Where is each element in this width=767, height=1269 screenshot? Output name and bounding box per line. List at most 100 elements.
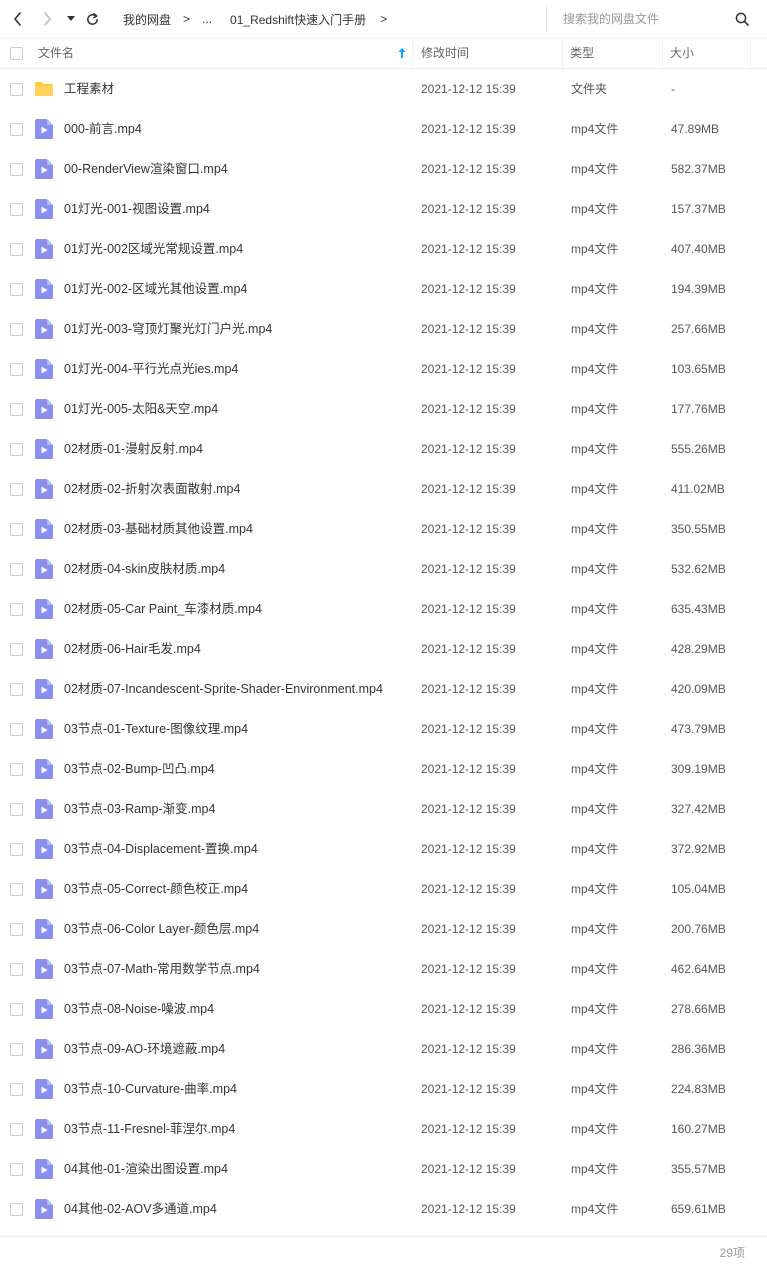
file-name[interactable]: 01灯光-003-穹顶灯聚光灯门户光.mp4 (64, 309, 272, 349)
table-row[interactable]: 000-前言.mp4 2021-12-12 15:39 mp4文件 47.89MB (0, 109, 767, 149)
file-name[interactable]: 01灯光-002-区域光其他设置.mp4 (64, 269, 247, 309)
file-name[interactable]: 000-前言.mp4 (64, 109, 142, 149)
file-name[interactable]: 02材质-06-Hair毛发.mp4 (64, 629, 201, 669)
row-checkbox[interactable] (10, 883, 23, 896)
table-row[interactable]: 03节点-02-Bump-凹凸.mp4 2021-12-12 15:39 mp4文件… (0, 749, 767, 789)
row-checkbox[interactable] (10, 523, 23, 536)
row-checkbox[interactable] (10, 1083, 23, 1096)
breadcrumb-current[interactable]: 01_Redshift快速入门手册 (230, 11, 366, 28)
history-dropdown-button[interactable] (64, 9, 78, 29)
file-name[interactable]: 03节点-08-Noise-噪波.mp4 (64, 989, 214, 1029)
column-header-name[interactable]: 文件名 (38, 39, 74, 68)
row-checkbox[interactable] (10, 1003, 23, 1016)
file-name[interactable]: 03节点-07-Math-常用数学节点.mp4 (64, 949, 260, 989)
table-row[interactable]: 03节点-07-Math-常用数学节点.mp4 2021-12-12 15:39 m… (0, 949, 767, 989)
file-name[interactable]: 03节点-02-Bump-凹凸.mp4 (64, 749, 215, 789)
row-checkbox[interactable] (10, 203, 23, 216)
file-name[interactable]: 02材质-04-skin皮肤材质.mp4 (64, 549, 225, 589)
forward-button[interactable] (37, 9, 57, 29)
file-name[interactable]: 02材质-05-Car Paint_车漆材质.mp4 (64, 589, 262, 629)
select-all-checkbox[interactable] (10, 47, 23, 60)
row-checkbox[interactable] (10, 843, 23, 856)
refresh-button[interactable] (82, 9, 102, 29)
row-checkbox[interactable] (10, 1203, 23, 1216)
row-checkbox[interactable] (10, 323, 23, 336)
row-checkbox[interactable] (10, 683, 23, 696)
sort-arrow-icon[interactable] (397, 47, 407, 59)
row-checkbox[interactable] (10, 483, 23, 496)
file-name[interactable]: 03节点-01-Texture-图像纹理.mp4 (64, 709, 248, 749)
file-name[interactable]: 02材质-07-Incandescent-Sprite-Shader-Envir… (64, 669, 383, 709)
row-checkbox[interactable] (10, 803, 23, 816)
table-row[interactable]: 00-RenderView渲染窗口.mp4 2021-12-12 15:39 mp4… (0, 149, 767, 189)
file-name[interactable]: 02材质-01-漫射反射.mp4 (64, 429, 203, 469)
file-name[interactable]: 00-RenderView渲染窗口.mp4 (64, 149, 228, 189)
file-name[interactable]: 工程素材 (64, 69, 114, 109)
file-name[interactable]: 03节点-04-Displacement-置换.mp4 (64, 829, 258, 869)
search-input[interactable] (563, 12, 723, 26)
table-row[interactable]: 03节点-03-Ramp-渐变.mp4 2021-12-12 15:39 mp4文件… (0, 789, 767, 829)
table-row[interactable]: 02材质-04-skin皮肤材质.mp4 2021-12-12 15:39 mp4文… (0, 549, 767, 589)
table-row[interactable]: 03节点-08-Noise-噪波.mp4 2021-12-12 15:39 mp4文… (0, 989, 767, 1029)
table-row[interactable]: 02材质-02-折射次表面散射.mp4 2021-12-12 15:39 mp4文件… (0, 469, 767, 509)
table-row[interactable]: 02材质-06-Hair毛发.mp4 2021-12-12 15:39 mp4文件 4… (0, 629, 767, 669)
file-name[interactable]: 01灯光-004-平行光点光ies.mp4 (64, 349, 238, 389)
row-checkbox[interactable] (10, 363, 23, 376)
column-header-size[interactable]: 大小 (670, 39, 694, 68)
row-checkbox[interactable] (10, 923, 23, 936)
table-row[interactable]: 03节点-04-Displacement-置换.mp4 2021-12-12 15… (0, 829, 767, 869)
file-name[interactable]: 01灯光-002区域光常规设置.mp4 (64, 229, 243, 269)
row-checkbox[interactable] (10, 283, 23, 296)
table-row[interactable]: 02材质-07-Incandescent-Sprite-Shader-Envir… (0, 669, 767, 709)
table-row[interactable]: 03节点-10-Curvature-曲率.mp4 2021-12-12 15:39… (0, 1069, 767, 1109)
table-row[interactable]: 03节点-11-Fresnel-菲涅尔.mp4 2021-12-12 15:39 m… (0, 1109, 767, 1149)
row-checkbox[interactable] (10, 163, 23, 176)
table-row[interactable]: 03节点-06-Color Layer-颜色层.mp4 2021-12-12 15… (0, 909, 767, 949)
table-row[interactable]: 04其他-01-渲染出图设置.mp4 2021-12-12 15:39 mp4文件 3… (0, 1149, 767, 1189)
file-name[interactable]: 03节点-05-Correct-颜色校正.mp4 (64, 869, 248, 909)
column-header-time[interactable]: 修改时间 (421, 39, 469, 68)
file-name[interactable]: 04其他-02-AOV多通道.mp4 (64, 1189, 217, 1229)
file-name[interactable]: 03节点-06-Color Layer-颜色层.mp4 (64, 909, 259, 949)
file-name[interactable]: 01灯光-001-视图设置.mp4 (64, 189, 210, 229)
file-name[interactable]: 03节点-09-AO-环境遮蔽.mp4 (64, 1029, 225, 1069)
row-checkbox[interactable] (10, 603, 23, 616)
file-name[interactable]: 03节点-11-Fresnel-菲涅尔.mp4 (64, 1109, 235, 1149)
search-button[interactable] (733, 10, 751, 28)
row-checkbox[interactable] (10, 1163, 23, 1176)
column-header-type[interactable]: 类型 (570, 39, 594, 68)
table-row[interactable]: 03节点-01-Texture-图像纹理.mp4 2021-12-12 15:39… (0, 709, 767, 749)
table-row[interactable]: 01灯光-002区域光常规设置.mp4 2021-12-12 15:39 mp4文件… (0, 229, 767, 269)
row-checkbox[interactable] (10, 403, 23, 416)
breadcrumb-root[interactable]: 我的网盘 (123, 11, 171, 28)
table-row[interactable]: 02材质-05-Car Paint_车漆材质.mp4 2021-12-12 15:… (0, 589, 767, 629)
file-name[interactable]: 02材质-02-折射次表面散射.mp4 (64, 469, 240, 509)
row-checkbox[interactable] (10, 1043, 23, 1056)
table-row[interactable]: 02材质-03-基础材质其他设置.mp4 2021-12-12 15:39 mp4文… (0, 509, 767, 549)
table-row[interactable]: 01灯光-005-太阳&天空.mp4 2021-12-12 15:39 mp4文件 1… (0, 389, 767, 429)
table-row[interactable]: 04其他-02-AOV多通道.mp4 2021-12-12 15:39 mp4文件 6… (0, 1189, 767, 1229)
row-checkbox[interactable] (10, 563, 23, 576)
file-name[interactable]: 02材质-03-基础材质其他设置.mp4 (64, 509, 253, 549)
table-row[interactable]: 01灯光-002-区域光其他设置.mp4 2021-12-12 15:39 mp4文… (0, 269, 767, 309)
row-checkbox[interactable] (10, 83, 23, 96)
row-checkbox[interactable] (10, 763, 23, 776)
row-checkbox[interactable] (10, 963, 23, 976)
row-checkbox[interactable] (10, 443, 23, 456)
table-row[interactable]: 工程素材 2021-12-12 15:39 文件夹 - (0, 69, 767, 109)
file-name[interactable]: 03节点-10-Curvature-曲率.mp4 (64, 1069, 237, 1109)
row-checkbox[interactable] (10, 243, 23, 256)
table-row[interactable]: 03节点-05-Correct-颜色校正.mp4 2021-12-12 15:39… (0, 869, 767, 909)
table-row[interactable]: 01灯光-001-视图设置.mp4 2021-12-12 15:39 mp4文件 15… (0, 189, 767, 229)
breadcrumb-ellipsis[interactable]: ... (202, 12, 212, 26)
table-row[interactable]: 01灯光-004-平行光点光ies.mp4 2021-12-12 15:39 mp4… (0, 349, 767, 389)
file-name[interactable]: 04其他-01-渲染出图设置.mp4 (64, 1149, 228, 1189)
table-row[interactable]: 01灯光-003-穹顶灯聚光灯门户光.mp4 2021-12-12 15:39 mp… (0, 309, 767, 349)
back-button[interactable] (8, 9, 28, 29)
table-row[interactable]: 02材质-01-漫射反射.mp4 2021-12-12 15:39 mp4文件 555… (0, 429, 767, 469)
row-checkbox[interactable] (10, 723, 23, 736)
row-checkbox[interactable] (10, 123, 23, 136)
file-name[interactable]: 03节点-03-Ramp-渐变.mp4 (64, 789, 215, 829)
file-name[interactable]: 01灯光-005-太阳&天空.mp4 (64, 389, 218, 429)
row-checkbox[interactable] (10, 1123, 23, 1136)
